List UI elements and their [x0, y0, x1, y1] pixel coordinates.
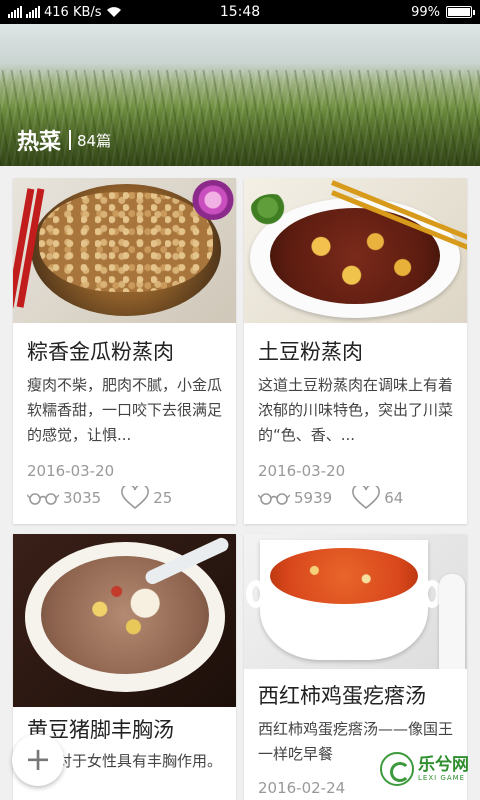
recipe-card[interactable]: 土豆粉蒸肉 这道土豆粉蒸肉在调味上有着浓郁的川味特色，突出了川菜的“色、香、..…	[244, 178, 467, 524]
views-stat: 3035	[27, 489, 101, 507]
category-header: 热菜 84篇	[17, 124, 111, 156]
category-banner: 热菜 84篇	[0, 24, 480, 166]
views-stat: 5939	[258, 489, 332, 507]
views-count: 3035	[63, 489, 102, 507]
recipe-card[interactable]: 粽香金瓜粉蒸肉 瘦肉不柴，肥肉不腻，小金瓜软糯香甜，一口咬下去很满足的感觉，让惧…	[13, 178, 236, 524]
recipe-image[interactable]	[13, 178, 236, 323]
battery-percent: 99%	[411, 4, 440, 20]
recipe-date: 2016-03-20	[258, 462, 346, 480]
heart-icon[interactable]	[121, 486, 150, 510]
recipe-description: 瘦肉不柴，肥肉不腻，小金瓜软糯香甜，一口咬下去很满足的感觉，让惧...	[27, 376, 222, 444]
recipe-image[interactable]	[13, 534, 236, 707]
signal-icon	[8, 6, 22, 18]
watermark-logo-icon	[380, 752, 414, 786]
divider	[69, 130, 72, 150]
heart-icon[interactable]	[352, 486, 381, 510]
recipe-title[interactable]: 黄豆猪脚丰胸汤	[27, 717, 222, 743]
category-title: 热菜	[17, 130, 62, 155]
likes-stat[interactable]: 64	[352, 486, 403, 510]
glasses-icon	[258, 493, 290, 505]
views-count: 5939	[294, 489, 333, 507]
wifi-icon	[106, 7, 121, 17]
recipe-title[interactable]: 粽香金瓜粉蒸肉	[27, 339, 222, 365]
status-bar: 416 KB/s 15:48 99%	[0, 0, 480, 24]
recipe-title[interactable]: 土豆粉蒸肉	[258, 339, 453, 365]
glasses-icon	[27, 493, 59, 505]
network-speed: 416 KB/s	[44, 4, 102, 20]
recipe-stats: 3035 25	[27, 486, 222, 510]
recipe-image[interactable]	[244, 534, 467, 669]
status-right: 99%	[411, 4, 475, 20]
recipe-title[interactable]: 西红柿鸡蛋疙瘩汤	[258, 683, 453, 709]
battery-icon	[446, 6, 475, 18]
likes-stat[interactable]: 25	[121, 486, 172, 510]
recipe-date: 2016-03-20	[27, 462, 115, 480]
watermark-text: 乐兮网	[418, 755, 469, 775]
status-left: 416 KB/s	[8, 5, 411, 20]
recipe-description: 这道土豆粉蒸肉在调味上有着浓郁的川味特色，突出了川菜的“色、香、...	[258, 376, 453, 444]
signal-icon-2	[26, 6, 40, 18]
recipe-stats: 5939 64	[258, 486, 453, 510]
recipe-image[interactable]	[244, 178, 467, 323]
article-count: 84篇	[77, 131, 112, 150]
likes-count: 25	[153, 489, 173, 507]
watermark: 乐兮网 LEXI GAME	[380, 752, 469, 786]
plus-icon[interactable]: +	[25, 743, 52, 775]
watermark-subtext: LEXI GAME	[418, 774, 466, 782]
add-button[interactable]: +	[12, 734, 64, 786]
likes-count: 64	[384, 489, 404, 507]
